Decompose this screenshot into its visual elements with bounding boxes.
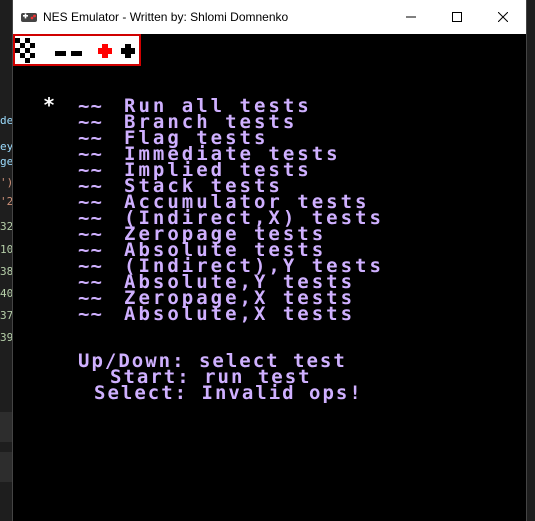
select-button-icon (55, 51, 66, 56)
window-title: NES Emulator - Written by: Shlomi Domnen… (43, 10, 289, 24)
nes-screen[interactable]: * ~~ Run all tests ~~ Branch tests ~~ Flag … (13, 68, 526, 521)
menu-dash: ~~ (78, 303, 103, 325)
editor-panel-bar (0, 412, 12, 442)
background-editor: de ey ge ') '2 32 10 38 40 37 39 (0, 0, 13, 521)
menu-item-label: Absolute,X tests (124, 303, 356, 325)
maximize-icon (452, 12, 462, 22)
minimize-icon (406, 16, 416, 18)
close-button[interactable] (480, 0, 526, 34)
title-bar[interactable]: NES Emulator - Written by: Shlomi Domnen… (13, 0, 526, 34)
help-line-select: Select: Invalid ops! (94, 382, 363, 404)
start-button-icon (71, 51, 82, 56)
controller-buttons (15, 38, 135, 63)
a-button-icon (121, 44, 135, 58)
emulator-window: NES Emulator - Written by: Shlomi Domnen… (12, 0, 527, 521)
menu-item-absolute-x-tests[interactable]: ~~ Absolute,X tests (78, 303, 384, 325)
window-controls (388, 0, 526, 34)
close-icon (498, 12, 508, 22)
editor-panel-bar (0, 452, 12, 482)
menu-cursor: * (43, 93, 56, 117)
dpad-icon (15, 38, 35, 63)
minimize-button[interactable] (388, 0, 434, 34)
nes-controller-icon (21, 13, 37, 22)
test-menu: ~~ Run all tests ~~ Branch tests ~~ Flag te… (78, 95, 384, 325)
controller-display (13, 34, 141, 66)
b-button-icon (98, 44, 112, 58)
maximize-button[interactable] (434, 0, 480, 34)
